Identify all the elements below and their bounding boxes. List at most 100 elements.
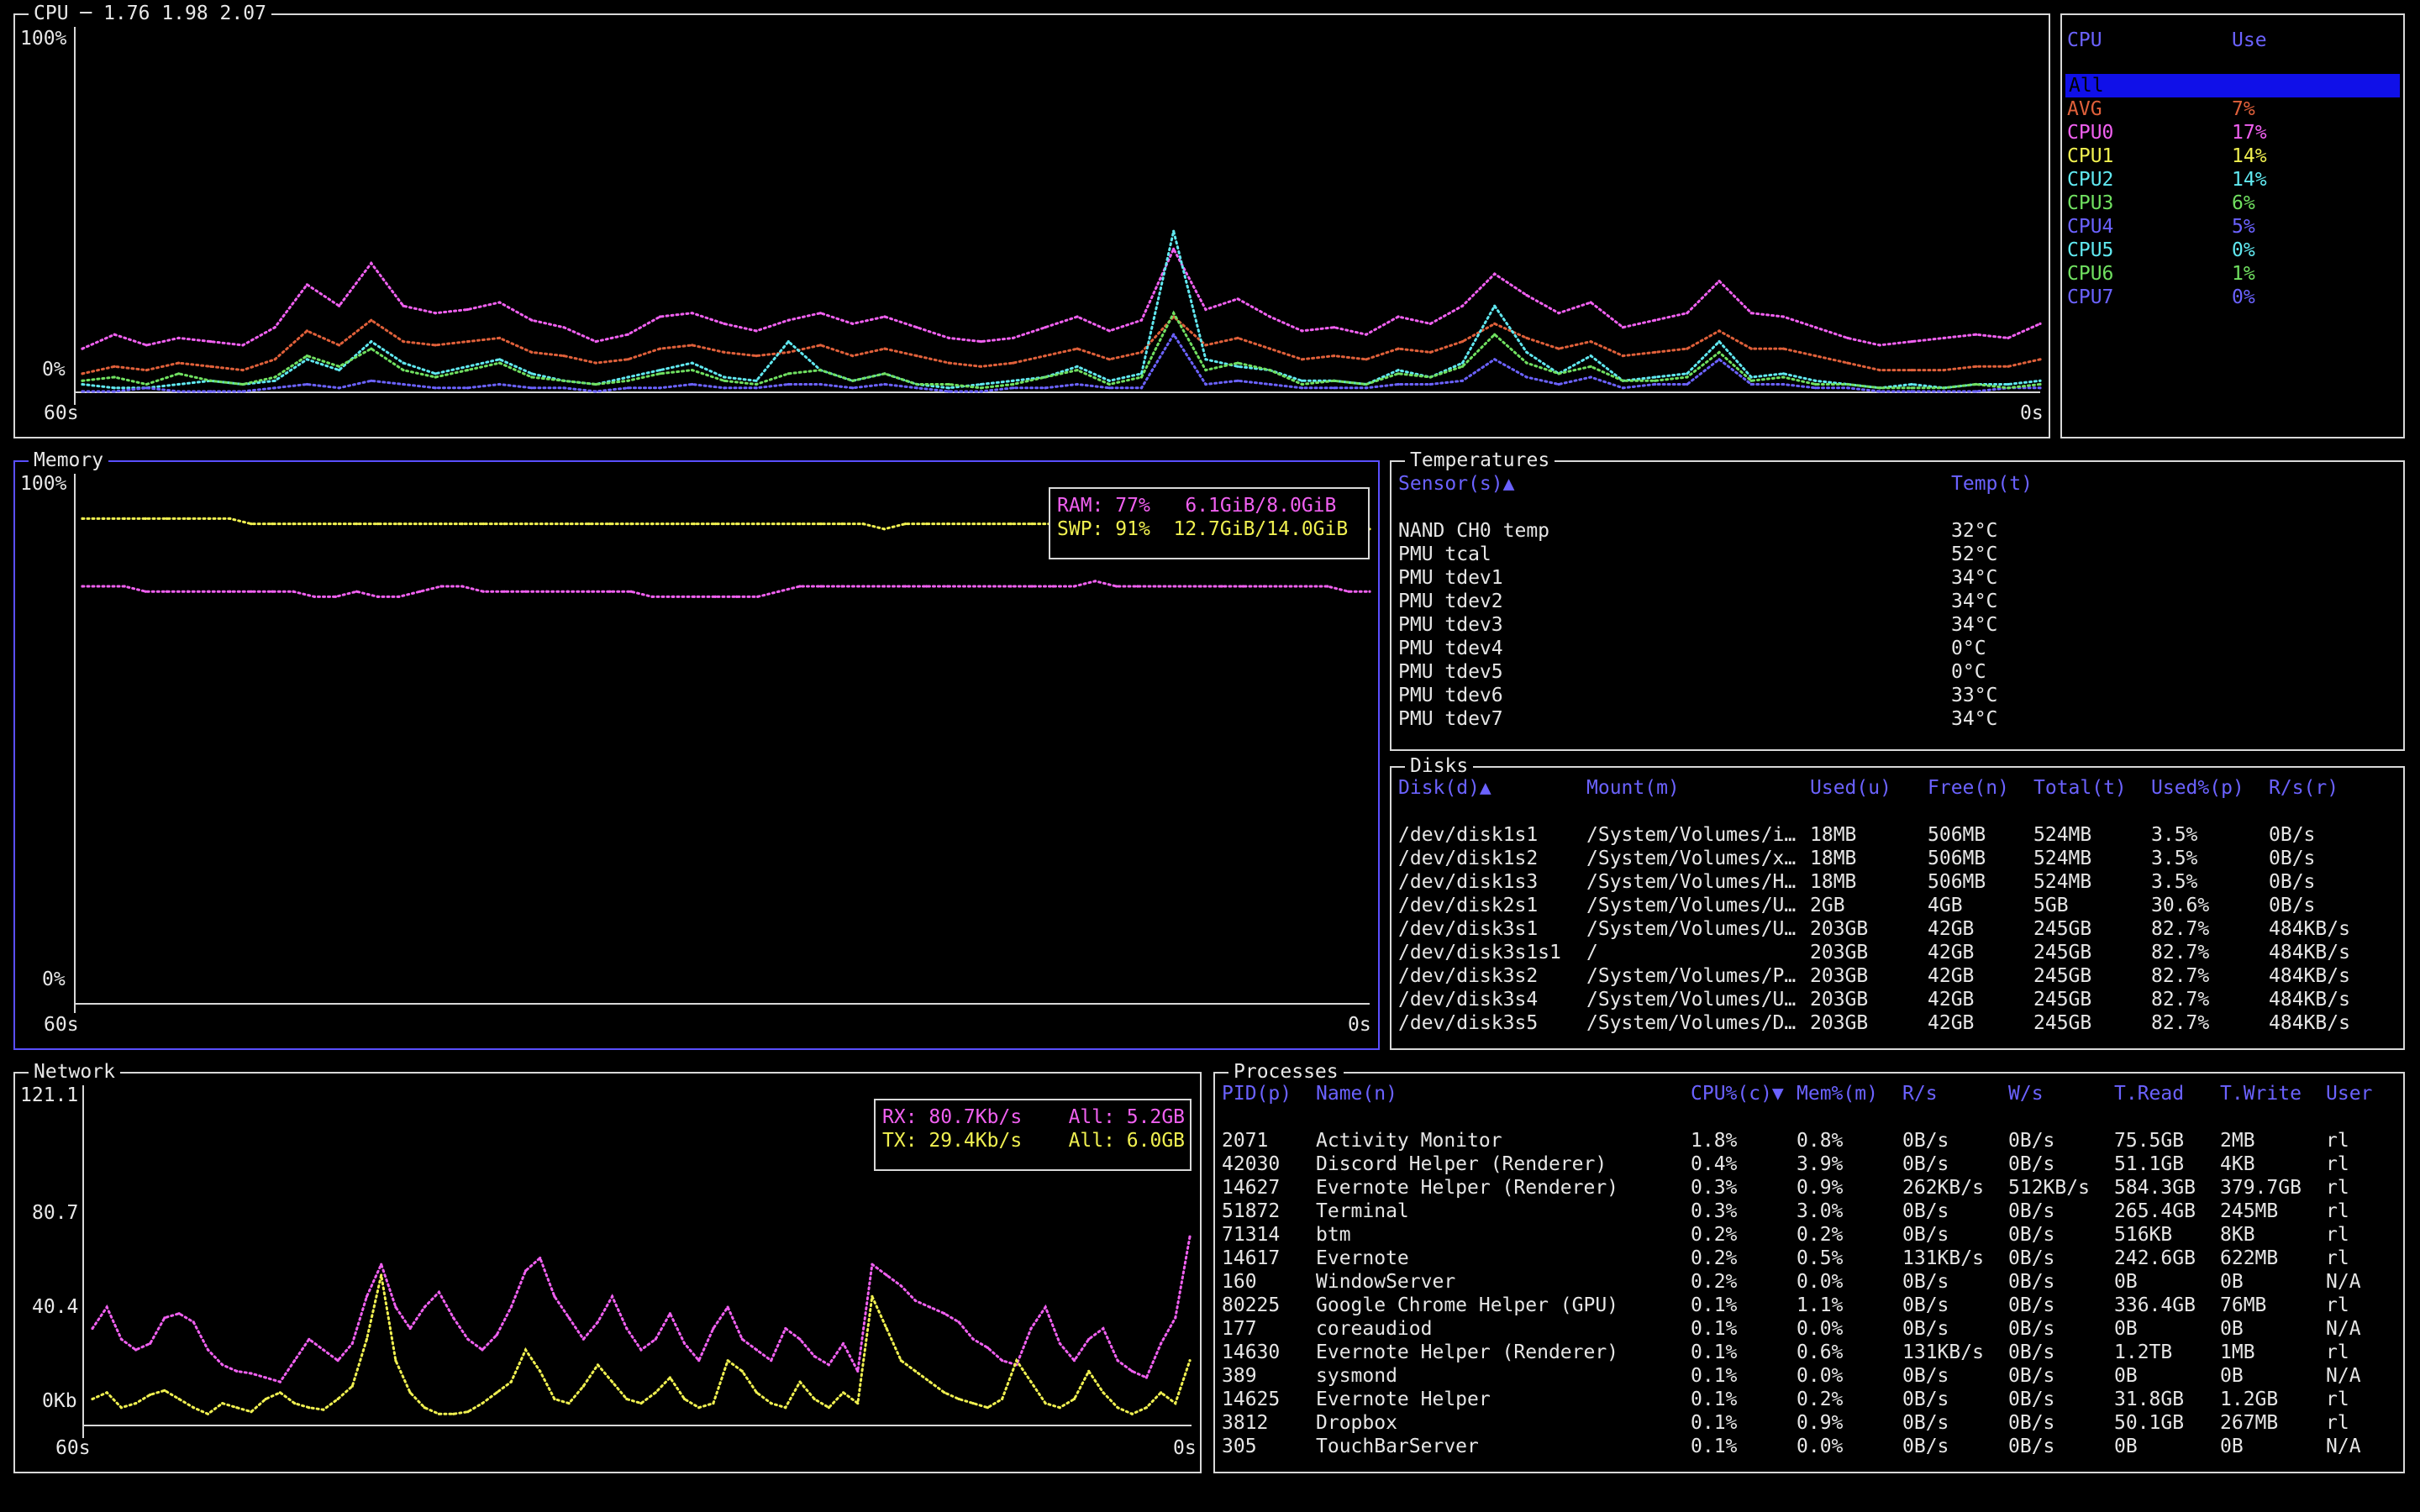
processes-table-row[interactable]: 305 TouchBarServer 0.1% 0.0% 0B/s 0B/s 0B 0B N/A	[1222, 1435, 2393, 1458]
cpu-row-cpu6[interactable]: CPU6 1%	[2067, 262, 2402, 286]
temperature-row[interactable]: PMU tcal 52°C	[1398, 543, 2398, 566]
network-point	[408, 1391, 412, 1394]
disks-table-row[interactable]: /dev/disk1s2/System/Volumes/x… 18MB 506MB 5…	[1398, 847, 2395, 870]
network-panel[interactable]: Network 121.1 80.7 40.4 0Kb 60s 0s RX: 8…	[13, 1060, 1202, 1473]
processes-header-1[interactable]: Name(n)	[1316, 1082, 1691, 1105]
processes-header-2[interactable]: CPU%(c)▼	[1691, 1082, 1797, 1105]
processes-table-row[interactable]: 14630 Evernote Helper (Renderer) 0.1% 0.6% 1…	[1222, 1341, 2393, 1364]
cpu-table-panel[interactable]: CPU Use All AVG 7% CPU0 17% CPU1 14% CPU2 14% CP…	[2060, 13, 2405, 438]
temperature-value: 34°C	[1951, 708, 1998, 730]
cpu-point	[1718, 350, 1721, 354]
cpu-point	[241, 369, 245, 372]
processes-table-row[interactable]: 160 WindowServer 0.2% 0.0% 0B/s 0B/s 0B 0B N/A	[1222, 1270, 2393, 1294]
disks-table-row[interactable]: /dev/disk1s1/System/Volumes/i… 18MB 506MB 5…	[1398, 823, 2395, 847]
processes-header-4[interactable]: R/s	[1902, 1082, 2008, 1105]
cpu-point	[1236, 365, 1239, 368]
processes-table-row[interactable]: 42030 Discord Helper (Renderer) 0.4% 3.9% 0B…	[1222, 1152, 2393, 1176]
cpu-point	[177, 372, 181, 375]
cpu-point	[1525, 361, 1528, 365]
cpu-row-cpu7[interactable]: CPU7 0%	[2067, 286, 2402, 309]
processes-header-6[interactable]: T.Read	[2114, 1082, 2220, 1105]
memory-point	[1326, 585, 1329, 588]
temperatures-panel[interactable]: Temperatures Sensor(s)▲ Temp(t) NAND CH0…	[1390, 449, 2405, 751]
disks-table-row[interactable]: /dev/disk3s2/System/Volumes/P… 203GB 42GB 2…	[1398, 964, 2395, 988]
disks-header-0[interactable]: Disk(d)▲	[1398, 776, 1586, 800]
network-point	[1144, 1376, 1148, 1379]
temperature-row[interactable]: NAND CH0 temp 32°C	[1398, 519, 2398, 543]
cpu-row-cpu3[interactable]: CPU3 6%	[2067, 192, 2402, 215]
processes-table-row[interactable]: 177 coreaudiod 0.1% 0.0% 0B/s 0B/s 0B 0B N/A	[1222, 1317, 2393, 1341]
disks-table-row[interactable]: /dev/disk3s1s1 / 203GB 42GB 245GB 82.7% 484KB/…	[1398, 941, 2395, 964]
processes-table-row[interactable]: 14627 Evernote Helper (Renderer) 0.3% 0.9% 2…	[1222, 1176, 2393, 1200]
temperature-sensor: PMU tdev3	[1398, 614, 1503, 636]
memory-point	[165, 590, 169, 593]
processes-table-row[interactable]: 14625 Evernote Helper 0.1% 0.2% 0B/s 0B/s 31.8…	[1222, 1388, 2393, 1411]
disks-table-row[interactable]: /dev/disk3s1/System/Volumes/U… 203GB 42GB 2…	[1398, 917, 2395, 941]
network-point	[149, 1393, 152, 1396]
disks-header-2[interactable]: Used(u)	[1810, 776, 1928, 800]
cpu-point	[1557, 382, 1560, 386]
processes-header-3[interactable]: Mem%(m)	[1797, 1082, 1902, 1105]
cpu-point	[498, 382, 502, 386]
processes-header-0[interactable]: PID(p)	[1222, 1082, 1316, 1105]
memory-point	[840, 522, 844, 526]
disks-table-row[interactable]: /dev/disk1s3/System/Volumes/H… 18MB 506MB 5…	[1398, 870, 2395, 894]
temperature-row[interactable]: PMU tdev7 34°C	[1398, 707, 2398, 731]
cpu-table-header-cpu[interactable]: CPU	[2067, 29, 2102, 52]
temperature-row[interactable]: PMU tdev1 34°C	[1398, 566, 2398, 590]
network-point	[827, 1406, 831, 1410]
cpu-row-cpu1[interactable]: CPU1 14%	[2067, 144, 2402, 168]
temperature-row[interactable]: PMU tdev6 33°C	[1398, 684, 2398, 707]
processes-panel[interactable]: Processes PID(p) Name(n) CPU%(c)▼ Mem%(m) R/…	[1213, 1060, 2405, 1473]
temperature-row[interactable]: PMU tdev5 0°C	[1398, 660, 2398, 684]
processes-table-row[interactable]: 14617 Evernote 0.2% 0.5% 131KB/s 0B/s 242.6GB 6…	[1222, 1247, 2393, 1270]
processes-table-row[interactable]: 51872 Terminal 0.3% 3.0% 0B/s 0B/s 265.4GB 245M…	[1222, 1200, 2393, 1223]
disks-table-row[interactable]: /dev/disk3s4/System/Volumes/U… 203GB 42GB 2…	[1398, 988, 2395, 1011]
processes-header-5[interactable]: W/s	[2008, 1082, 2114, 1105]
temperature-row[interactable]: PMU tdev2 34°C	[1398, 590, 2398, 613]
cpu-row-cpu2[interactable]: CPU2 14%	[2067, 168, 2402, 192]
cpu-row-avg[interactable]: AVG 7%	[2067, 97, 2402, 121]
processes-header-spacer	[1222, 1105, 2393, 1129]
temp-header-temp[interactable]: Temp(t)	[1951, 472, 2033, 496]
cpu-point	[1236, 297, 1239, 301]
cpu-table-header-use[interactable]: Use	[2232, 29, 2267, 52]
cpu-graph-panel[interactable]: CPU ─ 1.76 1.98 2.07 100% 0% 60s 0s	[13, 2, 2050, 438]
memory-point	[123, 585, 126, 588]
processes-table-row[interactable]: 2071 Activity Monitor 1.8% 0.8% 0B/s 0B/s 75.5…	[1222, 1129, 2393, 1152]
network-point	[957, 1397, 960, 1401]
processes-header-8[interactable]: User	[2326, 1082, 2393, 1105]
disks-table-row[interactable]: /dev/disk3s5/System/Volumes/D… 203GB 42GB 2…	[1398, 1011, 2395, 1035]
network-point	[509, 1305, 513, 1309]
cpu-row-cpu0[interactable]: CPU0 17%	[2067, 121, 2402, 144]
temperature-row[interactable]: PMU tdev3 34°C	[1398, 613, 2398, 637]
processes-table-row[interactable]: 389 sysmond 0.1% 0.0% 0B/s 0B/s 0B 0B N/A	[1222, 1364, 2393, 1388]
cpu-point	[1589, 365, 1592, 368]
disks-header-5[interactable]: Used%(p)	[2151, 776, 2269, 800]
disks-header-6[interactable]: R/s(r)	[2269, 776, 2395, 800]
disks-header-1[interactable]: Mount(m)	[1586, 776, 1810, 800]
cpu-row-all-selected[interactable]: All	[2065, 74, 2400, 97]
processes-table-row[interactable]: 3812 Dropbox 0.1% 0.9% 0B/s 0B/s 50.1GB 267MB rl	[1222, 1411, 2393, 1435]
cpu-point	[1076, 365, 1079, 368]
disks-cell: 245GB	[2033, 942, 2092, 963]
cpu-row-cpu4[interactable]: CPU4 5%	[2067, 215, 2402, 239]
temp-header-sensor[interactable]: Sensor(s)▲	[1398, 472, 1514, 496]
processes-table-row[interactable]: 71314 btm 0.2% 0.2% 0B/s 0B/s 516KB 8KB rl	[1222, 1223, 2393, 1247]
processes-cell: 0B/s	[2008, 1247, 2055, 1269]
processes-table-row[interactable]: 80225 Google Chrome Helper (GPU) 0.1% 1.1% 0…	[1222, 1294, 2393, 1317]
disks-table-row[interactable]: /dev/disk2s1/System/Volumes/U… 2GB 4GB 5GB 3…	[1398, 894, 2395, 917]
cpu-point	[818, 369, 823, 372]
disks-cell: 3.5%	[2151, 871, 2198, 893]
temperature-row[interactable]: PMU tdev4 0°C	[1398, 637, 2398, 660]
processes-header-7[interactable]: T.Write	[2220, 1082, 2326, 1105]
disks-header-4[interactable]: Total(t)	[2033, 776, 2151, 800]
cpu-row-use: 14%	[2232, 169, 2267, 191]
memory-point	[1178, 585, 1181, 588]
memory-point	[523, 590, 528, 593]
disks-header-3[interactable]: Free(n)	[1928, 776, 2033, 800]
memory-panel[interactable]: Memory 100% 0% 60s 0s RAM: 77% 6.1GiB/8.…	[13, 449, 1380, 1050]
cpu-row-cpu5[interactable]: CPU5 0%	[2067, 239, 2402, 262]
disks-panel[interactable]: Disks Disk(d)▲ Mount(m) Used(u) Free(n) Tota…	[1390, 754, 2405, 1050]
network-point	[394, 1305, 397, 1309]
